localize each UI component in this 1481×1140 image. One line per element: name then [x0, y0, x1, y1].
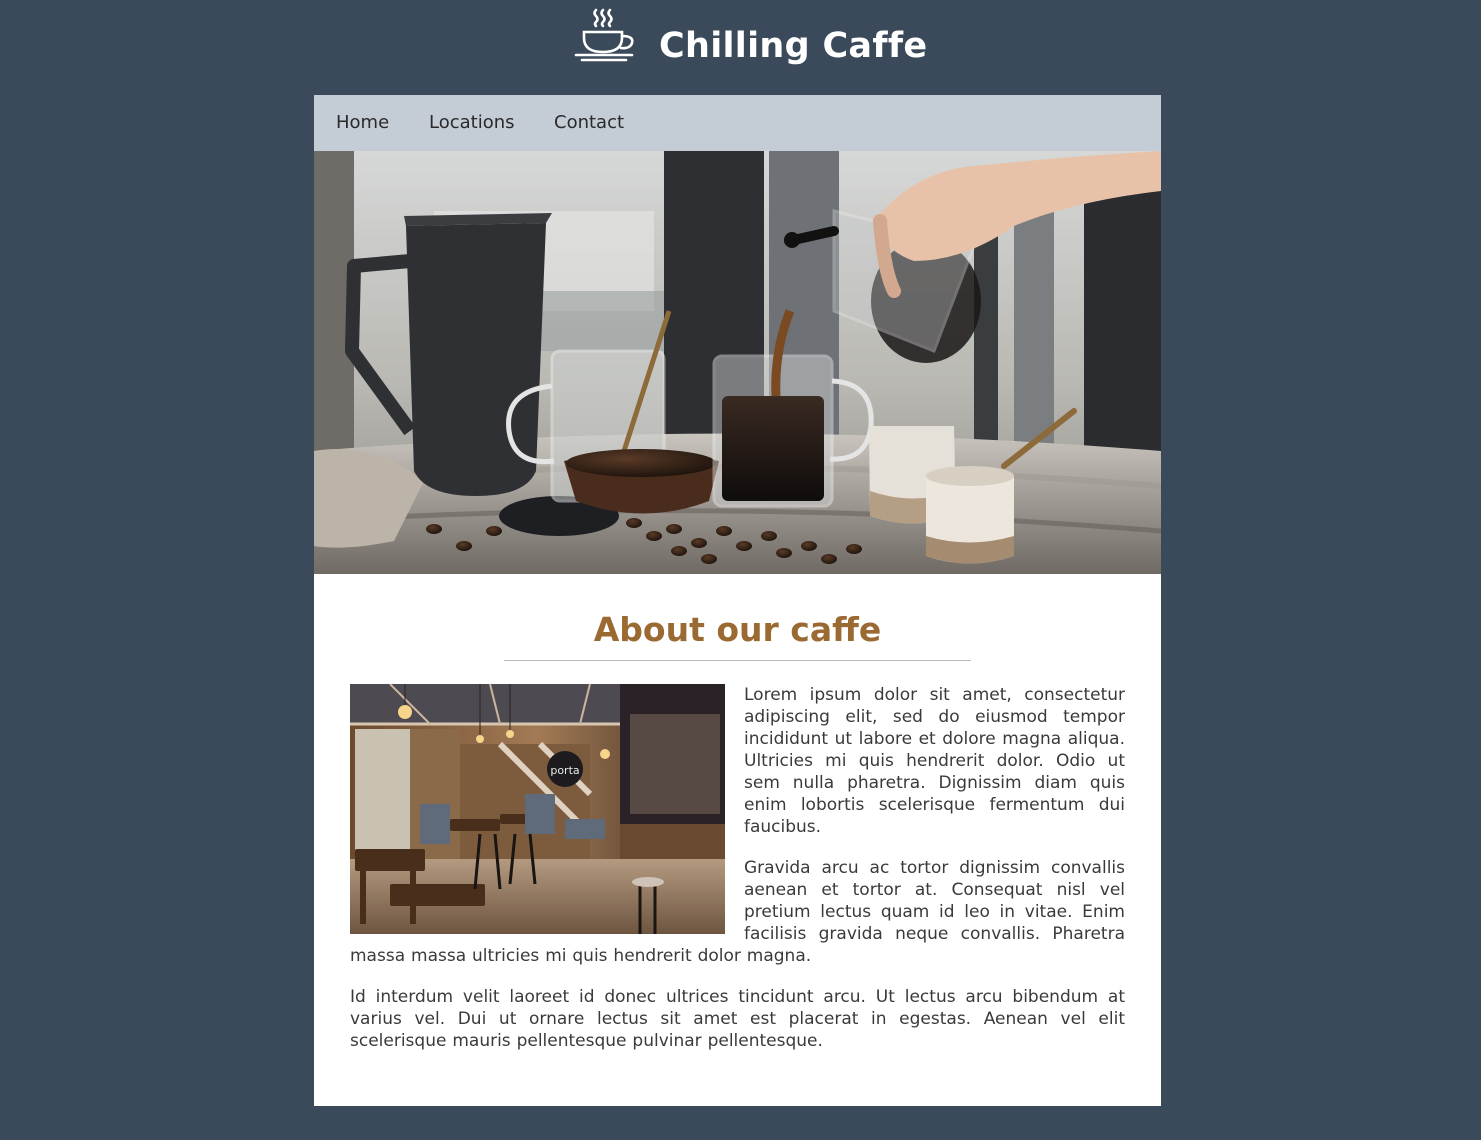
coffee-cup-icon: [572, 6, 638, 64]
cafe-interior-image: porta: [350, 684, 725, 934]
site-title: Chilling Caffe: [659, 26, 928, 66]
hero-image: [314, 151, 1161, 574]
heading-divider: [504, 660, 971, 661]
about-heading: About our caffe: [593, 610, 882, 649]
main-navbar: Home Locations Contact: [314, 95, 1161, 151]
nav-link-locations[interactable]: Locations: [429, 111, 515, 135]
about-article: porta Lorem ipsum dolor sit amet, consec…: [350, 684, 1125, 1071]
porta-sign-text: porta: [550, 764, 579, 777]
nav-link-home[interactable]: Home: [336, 111, 389, 135]
nav-link-contact[interactable]: Contact: [554, 111, 624, 135]
about-paragraph-3: Id interdum velit laoreet id donec ultri…: [350, 987, 1125, 1051]
site-header: Chilling Caffe: [0, 0, 1481, 95]
content-container: Home Locations Contact About our caffe p…: [314, 95, 1161, 1106]
